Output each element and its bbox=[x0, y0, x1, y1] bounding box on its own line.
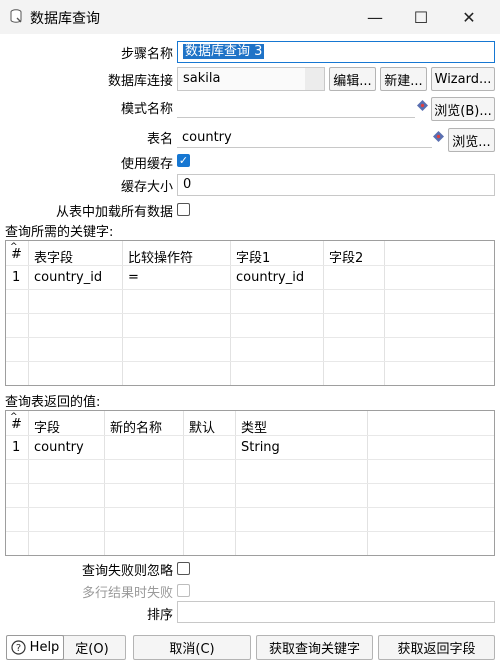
ok-button-label: 定(O) bbox=[75, 642, 109, 657]
close-icon: ✕ bbox=[462, 7, 476, 27]
step-name-label: 步骤名称 bbox=[120, 47, 173, 62]
svg-text:?: ? bbox=[16, 643, 21, 654]
col-header-new-name: 新的名称 bbox=[110, 421, 163, 436]
cancel-button[interactable]: 取消(C) bbox=[133, 635, 251, 660]
get-return-fields-button[interactable]: 获取返回字段 bbox=[378, 635, 495, 660]
table-cell[interactable]: 1 bbox=[12, 270, 20, 285]
use-cache-label: 使用缓存 bbox=[120, 157, 173, 172]
order-label: 排序 bbox=[146, 608, 173, 623]
fail-ignore-checkbox[interactable] bbox=[177, 562, 190, 575]
db-connection-value: sakila bbox=[183, 71, 221, 86]
step-name-value: 数据库查询 3 bbox=[183, 44, 265, 59]
col-header-field1: 字段1 bbox=[236, 251, 271, 266]
multi-fail-checkbox bbox=[177, 584, 190, 597]
minimize-icon: — bbox=[367, 7, 383, 27]
minimize-button[interactable]: — bbox=[352, 0, 398, 34]
col-header-table-field: 表字段 bbox=[34, 251, 74, 266]
cache-size-input[interactable]: 0 bbox=[177, 174, 495, 196]
col-header-default: 默认 bbox=[189, 421, 216, 436]
wizard-button[interactable]: Wizard... bbox=[431, 67, 495, 91]
return-section-label: 查询表返回的值: bbox=[5, 395, 101, 410]
table-cell[interactable]: String bbox=[241, 440, 280, 455]
help-icon: ? bbox=[11, 640, 26, 655]
new-connection-button[interactable]: 新建... bbox=[380, 67, 427, 91]
table-cell[interactable]: 1 bbox=[12, 440, 20, 455]
cache-size-label: 缓存大小 bbox=[120, 180, 173, 195]
multi-fail-label: 多行结果时失败 bbox=[81, 586, 173, 601]
col-header-type: 类型 bbox=[241, 421, 268, 436]
db-connection-label: 数据库连接 bbox=[107, 74, 173, 89]
step-name-input[interactable]: 数据库查询 3 bbox=[177, 41, 495, 63]
close-button[interactable]: ✕ bbox=[446, 0, 492, 34]
table-cell[interactable]: country_id bbox=[236, 270, 304, 285]
table-name-input[interactable]: country bbox=[177, 126, 432, 148]
table-name-label: 表名 bbox=[146, 132, 173, 147]
browse-schema-button[interactable]: 浏览(B)... bbox=[431, 97, 495, 121]
edit-connection-button[interactable]: 编辑... bbox=[329, 67, 376, 91]
use-cache-checkbox[interactable]: ✓ bbox=[177, 154, 190, 167]
col-header-index: # bbox=[11, 417, 22, 432]
window-title: 数据库查询 bbox=[30, 11, 100, 27]
maximize-icon: ☐ bbox=[413, 7, 429, 27]
keys-table[interactable]: ^ # 表字段 比较操作符 字段1 字段2 1 country_id = cou… bbox=[5, 240, 495, 386]
db-connection-select[interactable]: sakila bbox=[177, 67, 325, 91]
fail-ignore-label: 查询失败则忽略 bbox=[81, 564, 173, 579]
database-icon bbox=[10, 9, 22, 23]
help-label: Help bbox=[29, 640, 60, 655]
return-values-table[interactable]: ^ # 字段 新的名称 默认 类型 1 country String bbox=[5, 410, 495, 556]
variable-diamond-icon bbox=[417, 100, 428, 111]
col-header-field: 字段 bbox=[34, 421, 61, 436]
table-cell[interactable]: country_id bbox=[34, 270, 102, 285]
load-all-checkbox[interactable] bbox=[177, 203, 190, 216]
load-all-label: 从表中加载所有数据 bbox=[55, 205, 173, 220]
table-cell[interactable]: country bbox=[34, 440, 84, 455]
schema-label: 模式名称 bbox=[120, 102, 173, 117]
col-header-comparator: 比较操作符 bbox=[128, 251, 194, 266]
variable-diamond-icon bbox=[433, 131, 444, 142]
maximize-button[interactable]: ☐ bbox=[398, 0, 444, 34]
schema-input[interactable] bbox=[177, 96, 415, 118]
order-input[interactable] bbox=[177, 601, 495, 623]
col-header-field2: 字段2 bbox=[329, 251, 364, 266]
table-cell[interactable]: = bbox=[128, 270, 139, 285]
help-button[interactable]: ? Help bbox=[6, 635, 64, 660]
get-lookup-keys-button[interactable]: 获取查询关键字 bbox=[256, 635, 373, 660]
browse-table-button[interactable]: 浏览... bbox=[448, 128, 495, 152]
keys-section-label: 查询所需的关键字: bbox=[5, 225, 114, 240]
db-connection-dropdown-arrow[interactable] bbox=[305, 68, 324, 90]
col-header-index: # bbox=[11, 247, 22, 262]
